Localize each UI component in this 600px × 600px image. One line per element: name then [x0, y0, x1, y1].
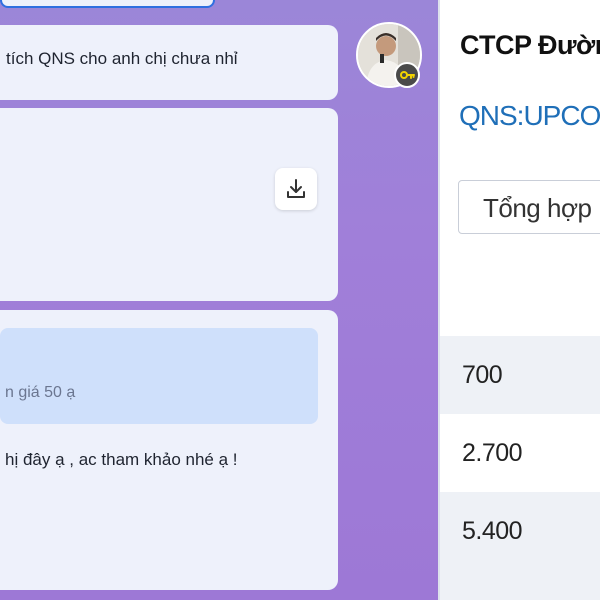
table-row: 2.700 [440, 414, 600, 492]
table-cell: 5.400 [462, 516, 523, 545]
quoted-text: n giá 50 ạ [5, 384, 76, 401]
message-text: hị đây ạ , ac tham khảo nhé ạ ! [5, 450, 238, 469]
reply-message-bubble[interactable]: n giá 50 ạ hị đây ạ , ac tham khảo nhé ạ… [0, 310, 338, 590]
table-cell: 2.700 [462, 438, 523, 467]
attachment-bubble[interactable] [0, 108, 338, 301]
company-name: CTCP Đường [460, 30, 600, 60]
message-bubble-partial[interactable] [0, 0, 215, 8]
key-badge [394, 62, 420, 88]
chat-pane: tích QNS cho anh chị chưa nhỉ n giá 50 ạ… [0, 0, 438, 600]
tab-summary[interactable]: Tổng hợp [458, 180, 600, 234]
table-row: 700 [440, 336, 600, 414]
key-icon [400, 71, 415, 79]
download-icon [287, 179, 305, 198]
table-row: 5.400 [440, 492, 600, 570]
table-row-partial [440, 570, 600, 600]
message-text: tích QNS cho anh chị chưa nhỉ [6, 49, 238, 68]
avatar[interactable] [356, 22, 422, 88]
quoted-message[interactable]: n giá 50 ạ [0, 328, 318, 424]
table-cell: 700 [462, 360, 503, 389]
ticker-link[interactable]: QNS:UPCOM [459, 100, 600, 132]
value-table: 700 2.700 5.400 [440, 336, 600, 570]
message-bubble[interactable]: tích QNS cho anh chị chưa nhỉ [0, 25, 338, 100]
stock-info-panel: CTCP Đường QNS:UPCOM Tổng hợp 700 2.700 … [440, 0, 600, 600]
download-button[interactable] [275, 168, 317, 210]
